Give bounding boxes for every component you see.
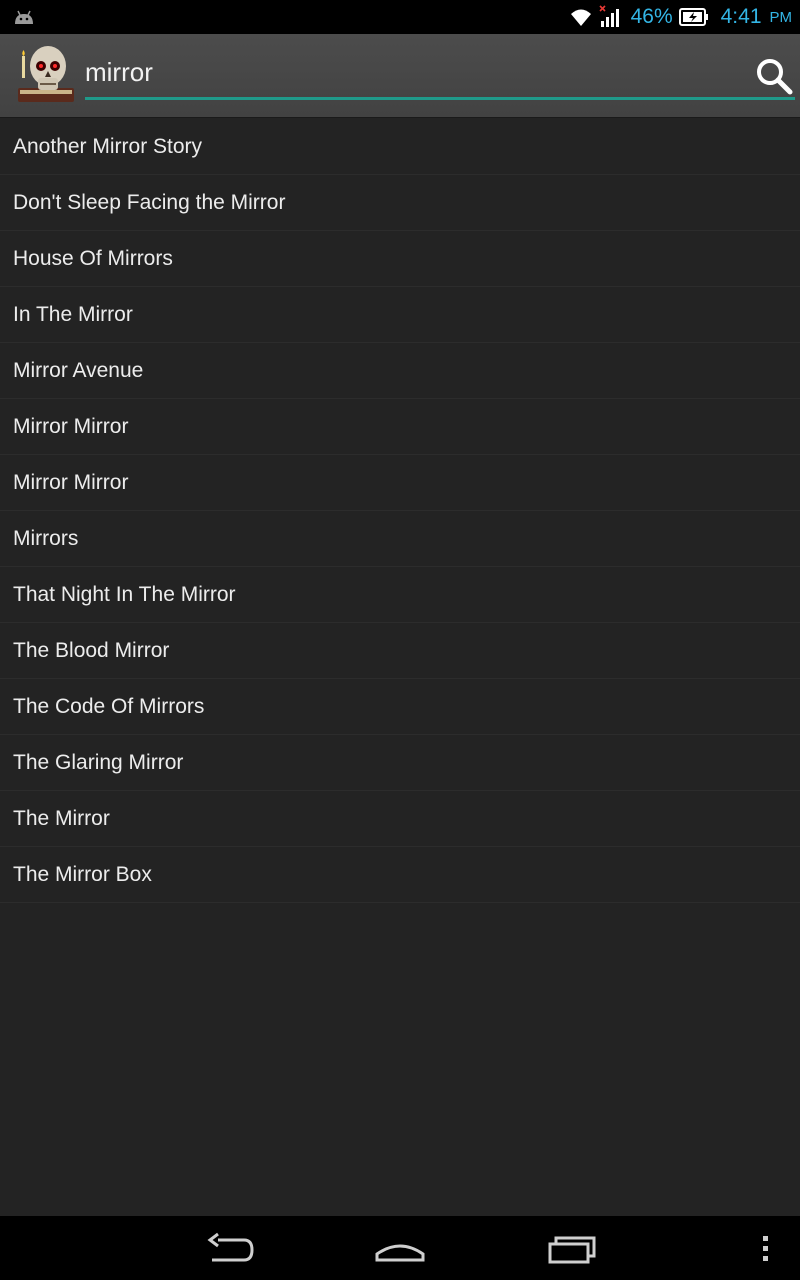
home-icon[interactable] [374,1230,426,1266]
status-indicators: 46% 4:41 PM [569,0,792,34]
status-bar: 46% 4:41 PM [0,0,800,34]
list-item[interactable]: Mirror Avenue [0,343,800,399]
back-icon[interactable] [204,1230,254,1266]
list-item[interactable]: The Mirror [0,791,800,847]
list-item[interactable]: Mirror Mirror [0,455,800,511]
list-item[interactable]: The Blood Mirror [0,623,800,679]
action-bar [0,34,800,118]
recents-icon[interactable] [546,1230,596,1266]
battery-percent: 46% [630,5,673,28]
overflow-menu-icon[interactable] [756,1230,776,1266]
list-item[interactable]: Mirror Mirror [0,399,800,455]
search-results-list: Another Mirror Story Don't Sleep Facing … [0,119,800,903]
navigation-bar [0,1216,800,1280]
list-item[interactable]: Mirrors [0,511,800,567]
search-input[interactable] [85,50,725,94]
search-field-container [85,48,795,100]
android-notification-icon [15,10,33,24]
list-item[interactable]: The Code Of Mirrors [0,679,800,735]
wifi-icon [570,9,591,26]
list-item[interactable]: The Glaring Mirror [0,735,800,791]
list-item[interactable]: Don't Sleep Facing the Mirror [0,175,800,231]
skull-book-icon[interactable] [12,40,80,110]
list-item[interactable]: In The Mirror [0,287,800,343]
list-item[interactable]: Another Mirror Story [0,119,800,175]
list-item[interactable]: That Night In The Mirror [0,567,800,623]
signal-icon [599,5,619,27]
list-item[interactable]: The Mirror Box [0,847,800,903]
list-item[interactable]: House Of Mirrors [0,231,800,287]
clock-time: 4:41 [720,5,762,28]
clock-ampm: PM [769,8,793,26]
battery-charging-icon [678,8,708,26]
search-icon[interactable] [754,56,794,96]
